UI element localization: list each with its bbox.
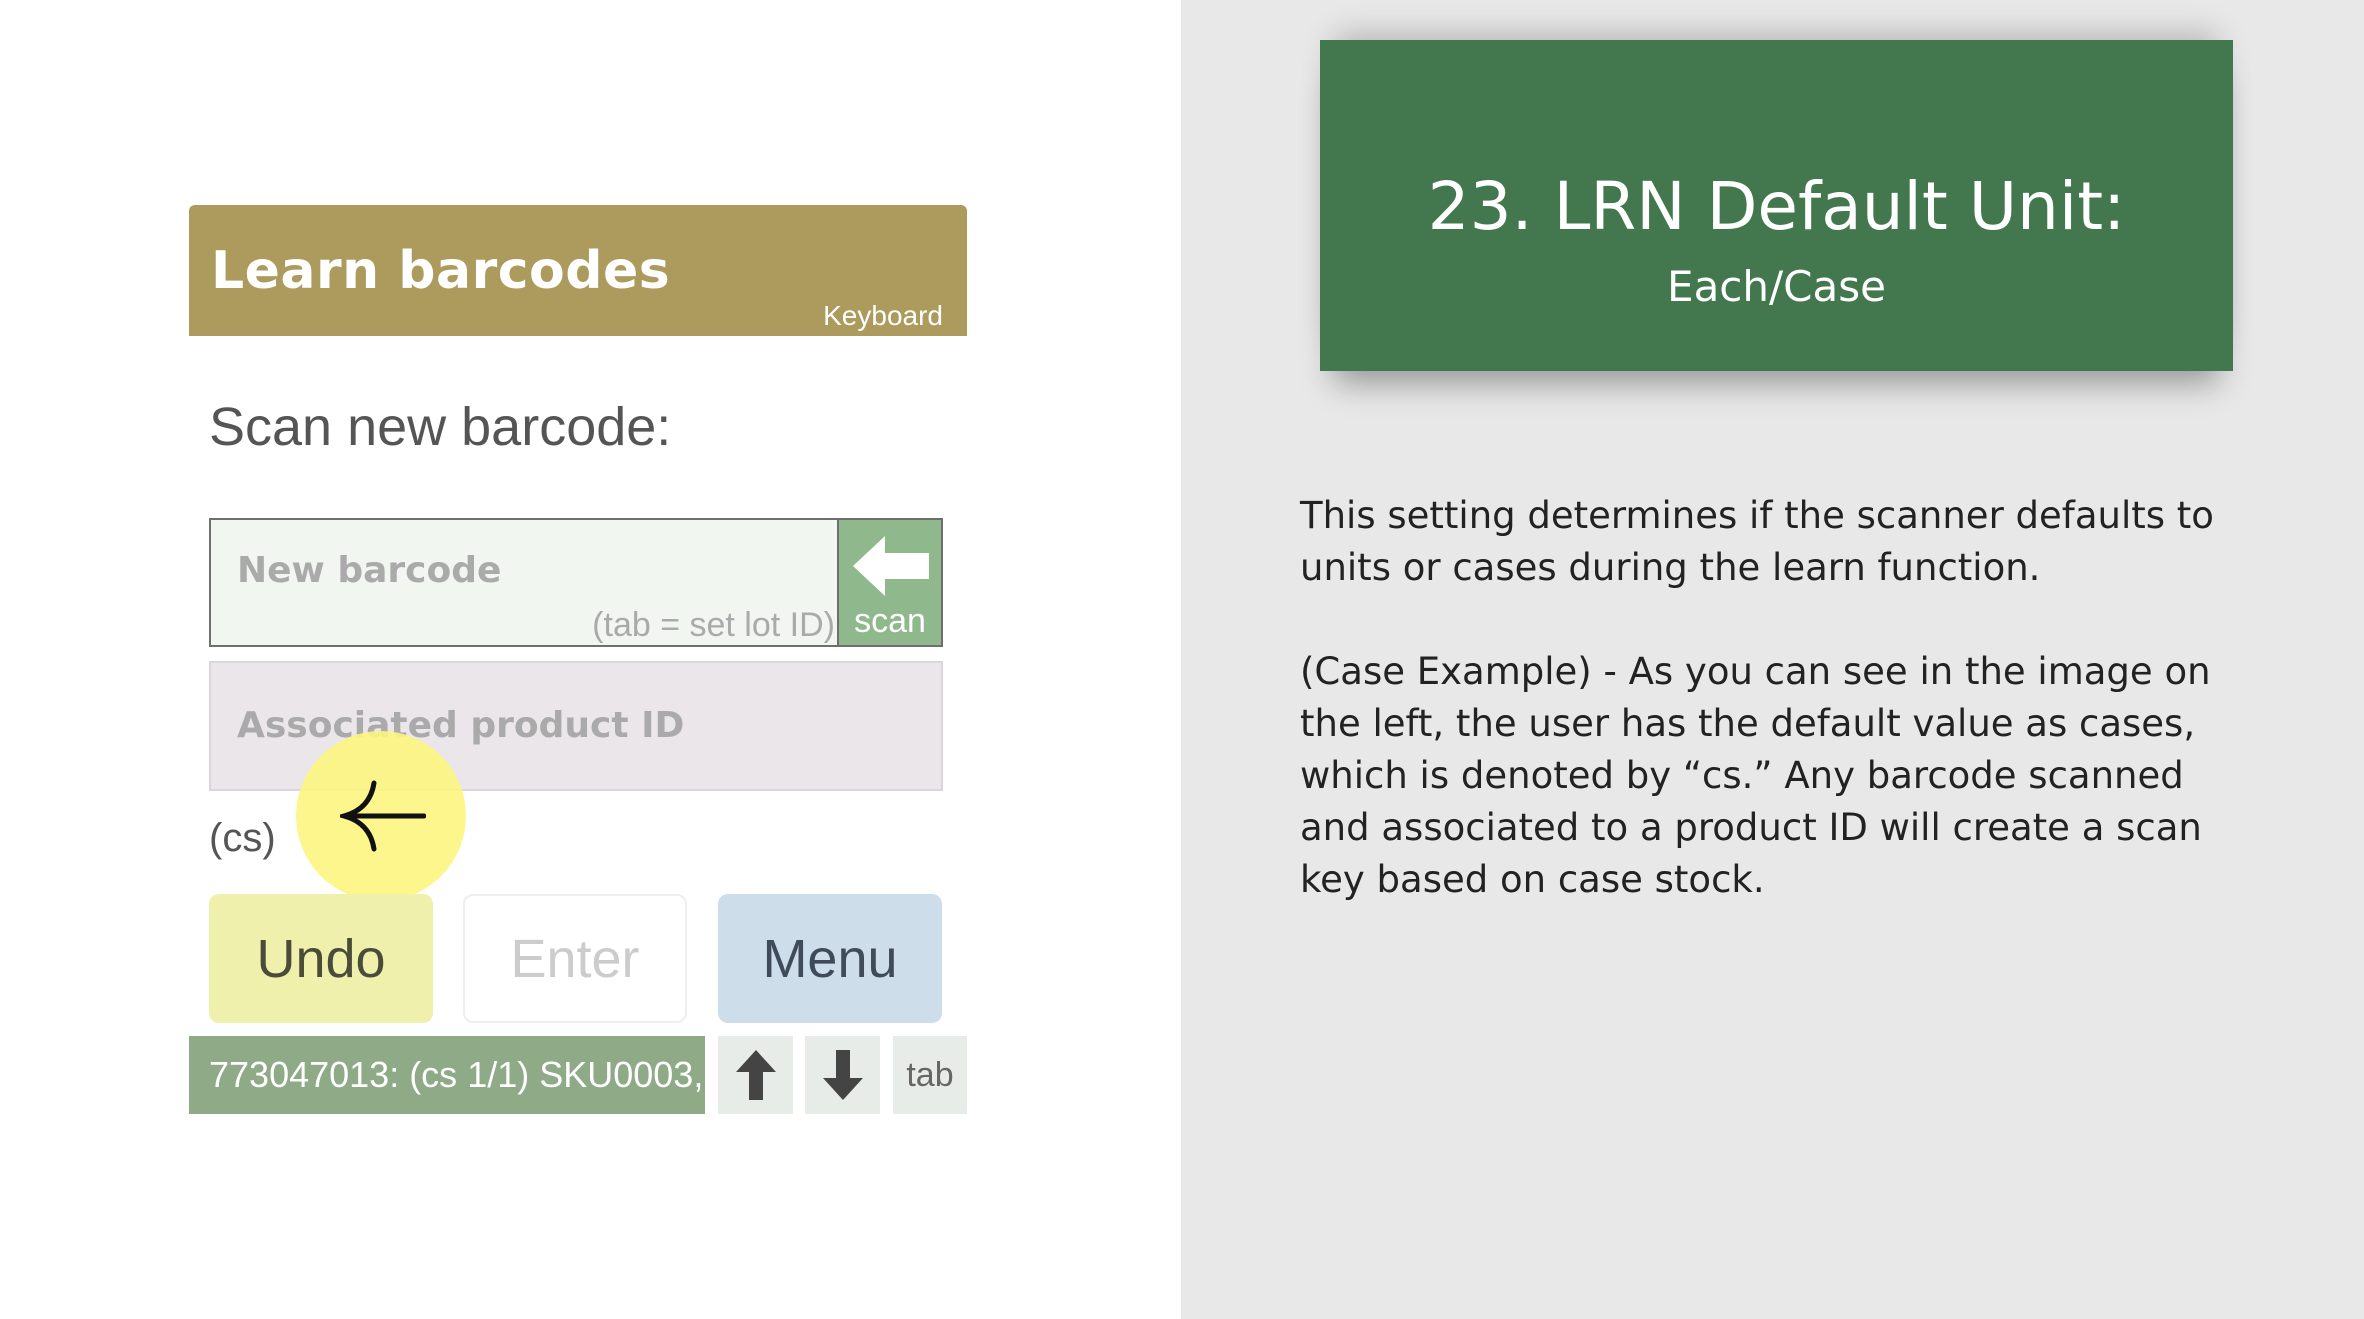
description-paragraph-2: (Case Example) - As you can see in the i… <box>1300 650 2211 901</box>
description: This setting determines if the scanner d… <box>1300 490 2250 958</box>
back-arrow-icon <box>340 780 426 852</box>
unit-label: (cs) <box>209 816 276 860</box>
tab-key[interactable]: tab <box>893 1036 967 1114</box>
up-arrow-icon <box>735 1050 776 1100</box>
keyboard-link[interactable]: Keyboard <box>823 300 943 332</box>
up-key[interactable] <box>718 1036 793 1114</box>
new-barcode-input[interactable]: New barcode (tab = set lot ID) <box>209 518 837 647</box>
touch-indicator <box>296 731 466 901</box>
undo-button[interactable]: Undo <box>209 894 433 1023</box>
scan-prompt: Scan new barcode: <box>209 397 672 457</box>
down-key[interactable] <box>805 1036 880 1114</box>
down-arrow-icon <box>822 1050 863 1100</box>
title-card: 23. LRN Default Unit: Each/Case <box>1320 40 2233 371</box>
scan-label: scan <box>854 602 926 640</box>
barcode-placeholder: New barcode <box>237 550 502 591</box>
product-id-placeholder: Associated product ID <box>237 705 685 746</box>
card-title: 23. LRN Default Unit: <box>1427 168 2126 245</box>
scan-button[interactable]: scan <box>837 518 943 647</box>
menu-button[interactable]: Menu <box>718 894 942 1023</box>
app-title: Learn barcodes <box>211 241 671 301</box>
card-subtitle: Each/Case <box>1667 262 1886 311</box>
enter-button[interactable]: Enter <box>463 894 687 1023</box>
status-bar: 773047013: (cs 1/1) SKU0003, <box>189 1036 705 1114</box>
app-header: Learn barcodes Keyboard <box>189 205 967 336</box>
device-screenshot-panel: Learn barcodes Keyboard Scan new barcode… <box>0 0 1181 1319</box>
barcode-hint: (tab = set lot ID) <box>592 606 835 644</box>
description-paragraph-1: This setting determines if the scanner d… <box>1300 494 2214 589</box>
arrow-left-icon <box>853 536 929 596</box>
